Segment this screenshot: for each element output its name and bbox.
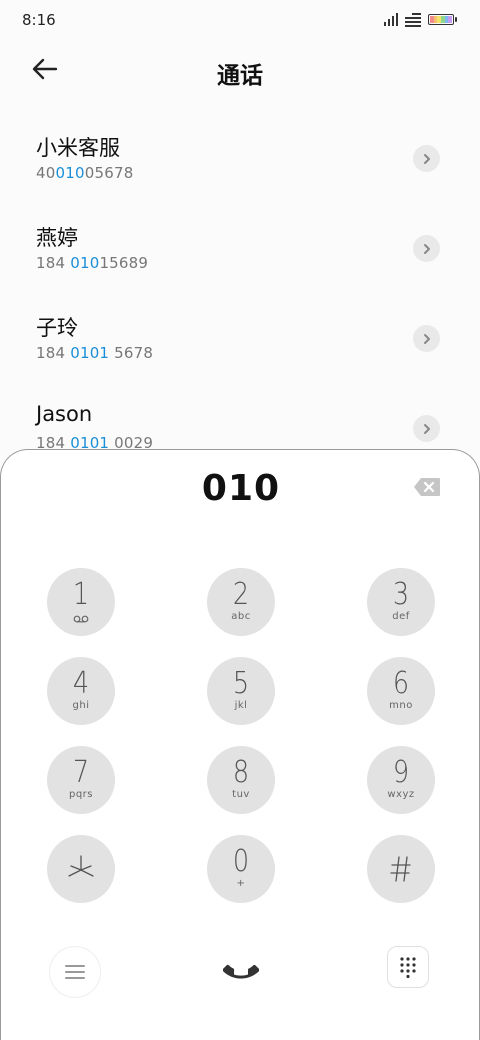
phone-icon xyxy=(223,964,259,979)
call-button[interactable] xyxy=(219,948,263,992)
chevron-right-icon xyxy=(423,153,430,164)
chevron-right-icon xyxy=(423,243,430,254)
asterisk-icon xyxy=(68,855,94,877)
key-6[interactable]: 6 mno xyxy=(367,657,435,725)
keypad-toggle-button[interactable] xyxy=(387,946,429,988)
key-3[interactable]: 3 def xyxy=(367,568,435,636)
key-7[interactable]: 7 pqrs xyxy=(47,746,115,814)
page-title: 通话 xyxy=(217,63,263,89)
status-bar: 8:16 xyxy=(0,0,480,40)
key-9[interactable]: 9 wxyz xyxy=(367,746,435,814)
chevron-right-icon xyxy=(423,333,430,344)
status-icons xyxy=(384,12,457,27)
contact-detail-button[interactable] xyxy=(413,415,440,442)
contact-number: 4001005678 xyxy=(36,164,134,182)
bottom-bar xyxy=(1,944,480,1004)
key-0[interactable]: 0 + xyxy=(207,835,275,903)
wifi-icon xyxy=(405,12,421,27)
key-2[interactable]: 2 abc xyxy=(207,568,275,636)
contact-detail-button[interactable] xyxy=(413,145,440,172)
contact-detail-button[interactable] xyxy=(413,325,440,352)
contact-detail-button[interactable] xyxy=(413,235,440,262)
key-hash[interactable] xyxy=(367,835,435,903)
signal-icon xyxy=(384,12,398,26)
battery-icon xyxy=(428,13,457,25)
key-1[interactable]: 1 xyxy=(47,568,115,636)
contact-number: 184 01015689 xyxy=(36,254,149,272)
contact-row[interactable]: 燕婷 184 01015689 xyxy=(0,212,480,302)
status-time: 8:16 xyxy=(22,11,56,29)
keypad-icon xyxy=(400,957,416,978)
chevron-right-icon xyxy=(423,423,430,434)
menu-icon xyxy=(65,965,85,979)
key-4[interactable]: 4 ghi xyxy=(47,657,115,725)
contact-row[interactable]: 小米客服 4001005678 xyxy=(0,122,480,212)
key-star[interactable] xyxy=(47,835,115,903)
key-8[interactable]: 8 tuv xyxy=(207,746,275,814)
hash-icon xyxy=(390,856,411,882)
contact-row[interactable]: 子玲 184 0101 5678 xyxy=(0,302,480,392)
contact-number: 184 0101 5678 xyxy=(36,344,154,362)
contact-list: 小米客服 4001005678 燕婷 184 01015689 子玲 184 0… xyxy=(0,122,480,482)
menu-button[interactable] xyxy=(49,946,101,998)
header: 通话 xyxy=(0,44,480,94)
backspace-icon[interactable] xyxy=(413,477,441,497)
key-5[interactable]: 5 jkl xyxy=(207,657,275,725)
dialpad-panel: 010 1 2 abc 3 def 4 ghi 5 jkl 6 mno 7 pq… xyxy=(0,449,480,1040)
voicemail-icon xyxy=(73,615,89,623)
dialed-number[interactable]: 010 xyxy=(1,468,480,509)
